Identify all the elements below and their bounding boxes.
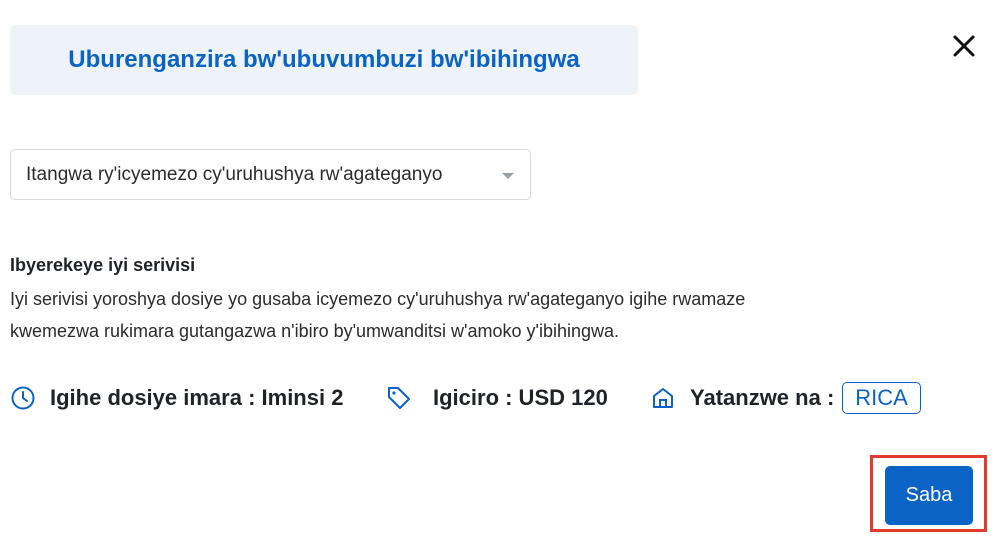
chevron-down-icon — [502, 173, 514, 179]
page-title-box: Uburenganzira bw'ubuvumbuzi bw'ibihingwa — [10, 25, 638, 95]
description-line-2: kwemezwa rukimara gutangazwa n'ibiro by'… — [10, 321, 620, 341]
description-heading: Ibyerekeye iyi serivisi — [10, 255, 196, 275]
description-text: Iyi serivisi yoroshya dosiye yo gusaba i… — [10, 283, 910, 347]
close-button[interactable] — [948, 30, 980, 62]
service-meta: Igihe dosiye imara : Iminsi 2 Igiciro : … — [10, 380, 970, 416]
duration-label: Igihe dosiye imara : Iminsi 2 — [50, 385, 344, 410]
price-info: Igiciro : USD 120 — [386, 380, 608, 416]
provider-info: Yatanzwe na : RICA — [650, 380, 921, 416]
service-select-value: Itangwa ry'icyemezo cy'uruhushya rw'agat… — [26, 163, 443, 185]
provider-label: Yatanzwe na : — [690, 385, 835, 410]
close-icon — [953, 35, 975, 57]
service-select[interactable]: Itangwa ry'icyemezo cy'uruhushya rw'agat… — [10, 149, 531, 200]
submit-button[interactable]: Saba — [885, 466, 973, 525]
clock-icon — [10, 385, 36, 411]
duration-info: Igihe dosiye imara : Iminsi 2 — [10, 380, 343, 416]
tag-icon — [386, 385, 412, 411]
page-title: Uburenganzira bw'ubuvumbuzi bw'ibihingwa — [68, 46, 580, 73]
home-icon — [650, 385, 676, 411]
price-label: Igiciro : USD 120 — [433, 385, 608, 410]
provider-badge: RICA — [842, 382, 921, 414]
description-line-1: Iyi serivisi yoroshya dosiye yo gusaba i… — [10, 289, 746, 309]
